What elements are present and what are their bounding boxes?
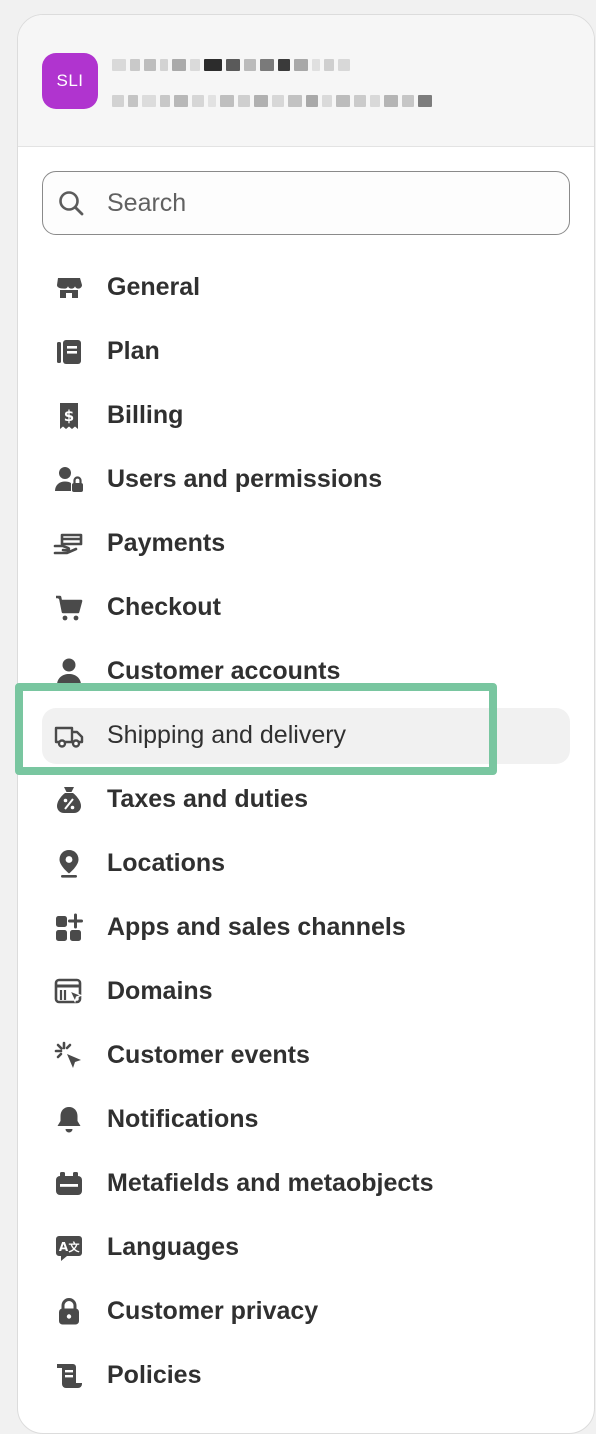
svg-text:文: 文: [69, 1240, 81, 1254]
nav-item-label: Domains: [107, 977, 213, 1005]
nav-item-label: Plan: [107, 337, 160, 365]
svg-text:$: $: [64, 407, 74, 425]
store-name-redacted: [112, 59, 350, 71]
nav-item-label: Policies: [107, 1361, 202, 1389]
apps-icon: [52, 912, 86, 944]
nav-item-label: Metafields and metaobjects: [107, 1169, 434, 1197]
nav-item-label: Checkout: [107, 593, 221, 621]
location-icon: [52, 848, 86, 880]
nav-item-label: Apps and sales channels: [107, 913, 406, 941]
tax-icon: [52, 784, 86, 816]
plan-icon: [52, 336, 86, 368]
nav-item-payments[interactable]: Payments: [18, 511, 594, 575]
nav-item-taxes-and-duties[interactable]: Taxes and duties: [18, 767, 594, 831]
avatar-initials: SLI: [56, 71, 84, 90]
language-icon: A文: [52, 1232, 86, 1264]
nav-item-domains[interactable]: Domains: [18, 959, 594, 1023]
billing-icon: $: [52, 400, 86, 432]
nav-item-locations[interactable]: Locations: [18, 831, 594, 895]
nav-item-policies[interactable]: Policies: [18, 1343, 594, 1407]
nav-item-label: General: [107, 273, 201, 301]
metafields-icon: [52, 1168, 86, 1200]
nav-item-general[interactable]: General: [18, 255, 594, 319]
search-icon: [59, 191, 84, 216]
settings-nav: General Plan $ Billing Users and permiss…: [18, 255, 594, 1407]
nav-item-apps-and-sales-channels[interactable]: Apps and sales channels: [18, 895, 594, 959]
cart-icon: [52, 592, 86, 624]
search-field[interactable]: [42, 171, 570, 235]
nav-item-label: Customer events: [107, 1041, 310, 1069]
store-avatar: SLI: [42, 53, 98, 109]
payments-icon: [52, 528, 86, 560]
store-icon: [52, 272, 86, 304]
nav-item-label: Users and permissions: [107, 465, 383, 493]
users-icon: [52, 464, 86, 496]
nav-item-billing[interactable]: $ Billing: [18, 383, 594, 447]
highlight-box: [15, 683, 497, 775]
domains-icon: [52, 976, 86, 1008]
nav-item-plan[interactable]: Plan: [18, 319, 594, 383]
nav-item-metafields-and-metaobjects[interactable]: Metafields and metaobjects: [18, 1151, 594, 1215]
nav-item-customer-events[interactable]: Customer events: [18, 1023, 594, 1087]
nav-item-notifications[interactable]: Notifications: [18, 1087, 594, 1151]
nav-item-users-and-permissions[interactable]: Users and permissions: [18, 447, 594, 511]
nav-item-label: Languages: [107, 1233, 239, 1261]
bell-icon: [52, 1104, 86, 1136]
nav-item-label: Notifications: [107, 1105, 259, 1133]
store-header[interactable]: SLI: [18, 15, 594, 147]
nav-item-label: Billing: [107, 401, 184, 429]
policies-icon: [52, 1360, 86, 1392]
nav-item-languages[interactable]: A文 Languages: [18, 1215, 594, 1279]
nav-item-label: Customer privacy: [107, 1297, 319, 1325]
nav-item-checkout[interactable]: Checkout: [18, 575, 594, 639]
search-input[interactable]: [105, 180, 549, 226]
lock-icon: [52, 1296, 86, 1328]
nav-item-label: Locations: [107, 849, 226, 877]
nav-item-label: Payments: [107, 529, 226, 557]
store-domain-redacted: [112, 95, 432, 107]
cursor-click-icon: [52, 1040, 86, 1072]
nav-item-label: Taxes and duties: [107, 785, 308, 813]
svg-text:A: A: [59, 1240, 69, 1254]
nav-item-customer-privacy[interactable]: Customer privacy: [18, 1279, 594, 1343]
